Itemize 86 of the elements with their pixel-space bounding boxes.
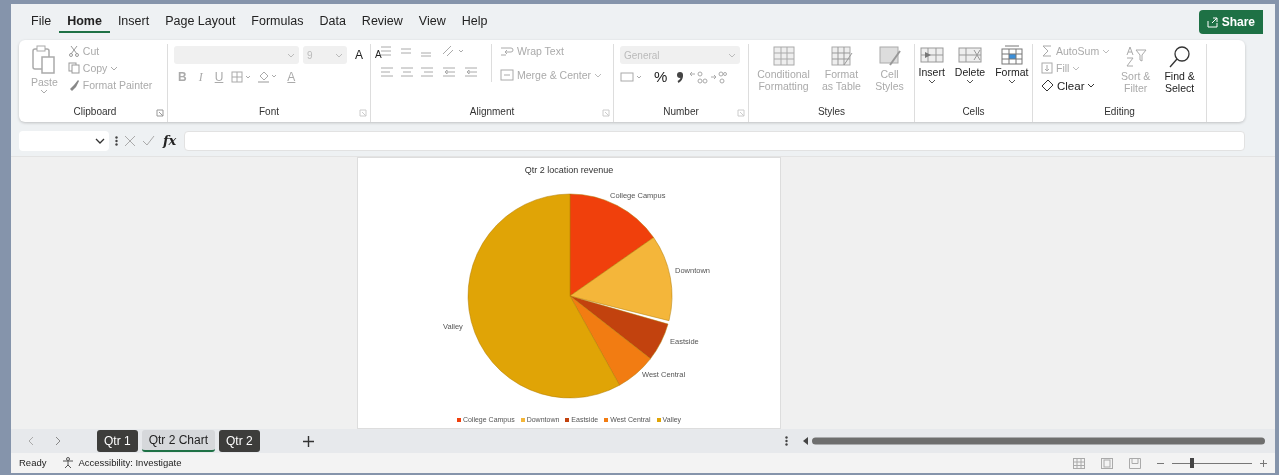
delete-cells-icon	[957, 45, 983, 65]
sort-filter-icon	[1123, 45, 1148, 69]
table-brush-icon	[877, 45, 902, 67]
launcher-icon[interactable]	[602, 109, 610, 117]
grow-font-button[interactable]: A	[351, 48, 367, 62]
slider-thumb[interactable]	[1190, 457, 1194, 468]
group-label: Clipboard	[73, 105, 117, 119]
caret-icon	[287, 52, 295, 58]
share-button[interactable]: Share	[1198, 10, 1263, 34]
group-label: Styles	[817, 105, 846, 119]
caret-icon	[40, 89, 49, 94]
find-select-button[interactable]: Find & Select	[1159, 44, 1200, 95]
sheet-tab[interactable]: Qtr 2	[219, 430, 260, 452]
sigma-icon	[1041, 45, 1053, 57]
page-layout-icon[interactable]	[1101, 457, 1113, 469]
page-break-icon[interactable]	[1129, 457, 1141, 469]
format-button[interactable]: Format	[993, 44, 1031, 85]
font-name-field[interactable]	[174, 46, 299, 64]
shrink-font-button[interactable]: A	[371, 48, 386, 62]
scrollbar[interactable]	[802, 436, 1265, 446]
merge-cells-icon	[500, 69, 514, 81]
group-label: Font	[259, 105, 279, 119]
group-label: Alignment	[469, 105, 515, 119]
more-icon	[115, 136, 118, 146]
delete-button[interactable]: Delete	[952, 44, 988, 85]
insert-function-button[interactable]: fx	[161, 134, 179, 148]
caret-icon	[966, 79, 974, 84]
previous-icon[interactable]	[27, 436, 35, 446]
launcher-icon[interactable]	[359, 109, 367, 117]
caret-icon	[1007, 79, 1016, 84]
sheet-tab[interactable]: Qtr 1	[97, 430, 138, 452]
caret-icon	[1072, 65, 1081, 71]
caret-icon	[1087, 83, 1096, 88]
accessibility-icon	[62, 457, 75, 469]
chart-title: Qtr 2 location revenue	[523, 164, 615, 177]
next-icon[interactable]	[54, 436, 62, 446]
menu-tab[interactable]: Insert	[109, 11, 158, 33]
more-icon[interactable]	[784, 436, 788, 446]
menu-tab[interactable]: Help	[453, 11, 496, 33]
menu-tab[interactable]: Page Layout	[157, 11, 244, 33]
scissors-icon	[67, 45, 80, 57]
accessibility-status[interactable]: Accessibility: Investigate	[78, 455, 182, 471]
status-text: Ready	[19, 455, 47, 470]
menu-tab[interactable]: Review	[353, 11, 411, 33]
launcher-icon[interactable]	[737, 109, 745, 117]
sheet-tab[interactable]: Qtr 2 Chart	[141, 430, 216, 452]
cancel-icon[interactable]	[124, 135, 136, 147]
insert-button[interactable]: Insert	[916, 44, 947, 85]
group-label: Editing	[1104, 105, 1135, 119]
menu-tab[interactable]: Formulas	[243, 11, 312, 33]
caret-icon	[1102, 48, 1111, 54]
eraser-icon	[1041, 79, 1054, 92]
wrap-text-icon	[500, 45, 514, 57]
caret-icon	[927, 79, 936, 84]
zoom-out-icon[interactable]	[1157, 461, 1164, 465]
check-icon[interactable]	[142, 135, 155, 147]
pie-slice[interactable]	[569, 237, 673, 321]
menu-tab[interactable]: View	[410, 11, 454, 33]
clipboard-icon	[31, 45, 58, 75]
caret-icon	[594, 72, 603, 78]
group-label: Number	[663, 105, 699, 119]
launcher-icon[interactable]	[156, 109, 164, 117]
fill-down-icon	[1041, 62, 1053, 74]
share-icon	[1206, 16, 1218, 28]
formula-input[interactable]	[184, 131, 1245, 151]
caret-icon	[95, 138, 105, 144]
pie-slice[interactable]	[569, 295, 669, 360]
copy-icon	[67, 62, 80, 74]
caret-icon	[335, 52, 343, 58]
table-brush-icon	[829, 45, 854, 67]
menu-tab[interactable]: Home	[59, 11, 110, 33]
menu-tab[interactable]: Data	[311, 11, 354, 33]
group-label: Cells	[962, 105, 985, 119]
menu-tab[interactable]: File	[23, 11, 60, 33]
percent-button[interactable]: %	[650, 70, 672, 84]
search-icon	[1167, 45, 1192, 69]
insert-cells-icon	[918, 45, 945, 65]
format-cells-icon	[998, 45, 1025, 65]
zoom-in-icon[interactable]	[1260, 459, 1267, 467]
clear-button[interactable]: Clear	[1039, 78, 1113, 93]
caret-icon	[728, 52, 736, 58]
normal-view-icon[interactable]	[1073, 457, 1085, 469]
comma-style-icon[interactable]	[675, 70, 686, 84]
table-icon	[771, 45, 796, 67]
add-sheet-icon[interactable]	[302, 435, 314, 447]
caret-icon	[110, 65, 119, 71]
